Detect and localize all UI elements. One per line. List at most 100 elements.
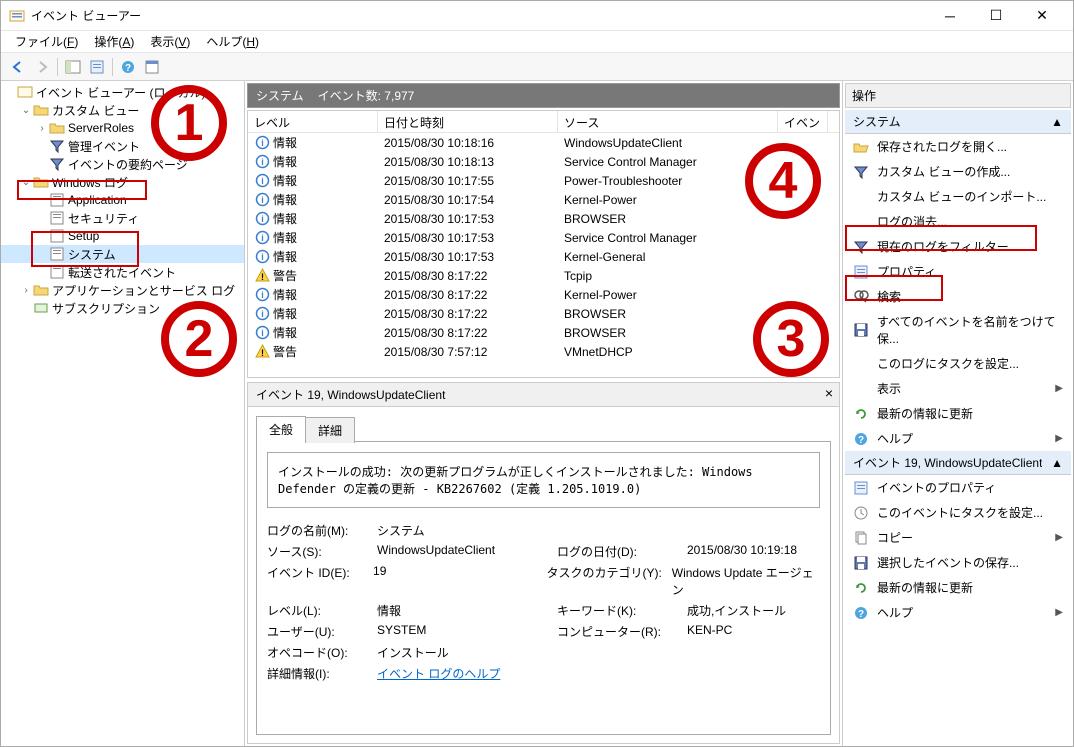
tree-subscription[interactable]: サブスクリプション <box>1 299 244 317</box>
label-moreinfo: 詳細情報(I): <box>267 665 377 682</box>
event-row[interactable]: i情報2015/08/30 10:18:13Service Control Ma… <box>248 152 839 171</box>
event-row[interactable]: i情報2015/08/30 10:17:53BROWSER <box>248 209 839 228</box>
tree-serverroles[interactable]: › ServerRoles <box>1 119 244 137</box>
grid-body[interactable]: i情報2015/08/30 10:18:16WindowsUpdateClien… <box>248 133 839 377</box>
svg-text:i: i <box>261 214 264 224</box>
close-button[interactable]: ✕ <box>1019 1 1065 31</box>
label-keyword: キーワード(K): <box>557 602 687 619</box>
event-row[interactable]: i情報2015/08/30 10:17:53Service Control Ma… <box>248 228 839 247</box>
tab-general[interactable]: 全般 <box>256 416 306 442</box>
show-tree-button[interactable] <box>62 56 84 78</box>
nav-back-button[interactable] <box>7 56 29 78</box>
action-list-system: 保存されたログを開く...カスタム ビューの作成... カスタム ビューのインポー… <box>845 134 1071 451</box>
col-date[interactable]: 日付と時刻 <box>378 111 558 132</box>
menu-action[interactable]: 操作(A) <box>86 31 142 52</box>
action-item[interactable]: イベントのプロパティ <box>845 475 1071 500</box>
event-row[interactable]: i情報2015/08/30 10:17:53Kernel-General <box>248 247 839 266</box>
tree-label: 管理イベント <box>68 138 140 155</box>
menu-file[interactable]: ファイル(F) <box>7 31 86 52</box>
collapse-icon[interactable]: ▲ <box>1051 456 1063 470</box>
blank-icon <box>853 356 869 372</box>
event-row[interactable]: i情報2015/08/30 10:18:16WindowsUpdateClien… <box>248 133 839 152</box>
tree-adminevents[interactable]: 管理イベント <box>1 137 244 155</box>
help-button[interactable]: ? <box>117 56 139 78</box>
folder-icon <box>33 174 49 190</box>
svg-text:?: ? <box>858 609 864 620</box>
action-section-system: システム ▲ <box>845 110 1071 134</box>
tree-summarypage[interactable]: イベントの要約ページ <box>1 155 244 173</box>
tree-appservice[interactable]: › アプリケーションとサービス ログ <box>1 281 244 299</box>
action-item[interactable]: このイベントにタスクを設定... <box>845 500 1071 525</box>
action-item[interactable]: 現在のログをフィルター... <box>845 234 1071 259</box>
center-pane: システム イベント数: 7,977 レベル 日付と時刻 ソース イベン i情報2… <box>245 81 843 746</box>
event-source: Power-Troubleshooter <box>558 174 778 188</box>
detail-close-button[interactable]: × <box>825 385 833 401</box>
action-item[interactable]: ?ヘルプ▶ <box>845 426 1071 451</box>
expand-icon[interactable]: › <box>19 285 33 296</box>
tree-windowslog[interactable]: ⌄ Windows ログ <box>1 173 244 191</box>
expand-icon[interactable]: ⌄ <box>19 177 33 188</box>
action-label: ヘルプ <box>877 430 1047 447</box>
event-row[interactable]: i情報2015/08/30 8:17:22BROWSER <box>248 323 839 342</box>
action-item[interactable]: カスタム ビューのインポート... <box>845 184 1071 209</box>
action-item[interactable]: 表示▶ <box>845 376 1071 401</box>
minimize-button[interactable]: ─ <box>927 1 973 31</box>
action-item[interactable]: ログの消去... <box>845 209 1071 234</box>
menu-view[interactable]: 表示(V) <box>142 31 198 52</box>
expand-icon[interactable]: ⌄ <box>19 105 33 116</box>
action-item[interactable]: このログにタスクを設定... <box>845 351 1071 376</box>
tree-root[interactable]: イベント ビューアー (ローカル) <box>1 83 244 101</box>
info-icon: i <box>254 287 270 303</box>
event-date: 2015/08/30 8:17:22 <box>378 269 558 283</box>
menu-help[interactable]: ヘルプ(H) <box>198 31 267 52</box>
detail-tabs: 全般 詳細 <box>256 415 831 441</box>
properties-button[interactable] <box>86 56 108 78</box>
event-row[interactable]: !警告2015/08/30 8:17:22Tcpip <box>248 266 839 285</box>
event-source: WindowsUpdateClient <box>558 136 778 150</box>
tree-security[interactable]: セキュリティ <box>1 209 244 227</box>
nav-forward-button[interactable] <box>31 56 53 78</box>
action-item[interactable]: 最新の情報に更新 <box>845 401 1071 426</box>
action-item[interactable]: 保存されたログを開く... <box>845 134 1071 159</box>
link-eventloghelp[interactable]: イベント ログのヘルプ <box>377 667 500 681</box>
event-row[interactable]: !警告2015/08/30 7:57:12VMnetDHCP <box>248 342 839 361</box>
action-section-event: イベント 19, WindowsUpdateClient ▲ <box>845 451 1071 475</box>
tree-setup[interactable]: Setup <box>1 227 244 245</box>
tree-customview[interactable]: ⌄ カスタム ビュー <box>1 101 244 119</box>
event-level: 情報 <box>273 305 297 322</box>
action-label: カスタム ビューのインポート... <box>877 188 1063 205</box>
tree-application[interactable]: Application <box>1 191 244 209</box>
event-row[interactable]: i情報2015/08/30 8:17:22BROWSER <box>248 304 839 323</box>
svg-text:i: i <box>261 233 264 243</box>
event-row[interactable]: i情報2015/08/30 10:17:54Kernel-Power <box>248 190 839 209</box>
tree-label: イベントの要約ページ <box>68 156 188 173</box>
col-level[interactable]: レベル <box>248 111 378 132</box>
toolbar-extra-button[interactable] <box>141 56 163 78</box>
collapse-icon[interactable]: ▲ <box>1051 115 1063 129</box>
action-item[interactable]: カスタム ビューの作成... <box>845 159 1071 184</box>
maximize-button[interactable]: ☐ <box>973 1 1019 31</box>
filter-icon <box>49 156 65 172</box>
center-title: システム <box>256 87 304 104</box>
col-source[interactable]: ソース <box>558 111 778 132</box>
menubar: ファイル(F) 操作(A) 表示(V) ヘルプ(H) <box>1 31 1073 53</box>
col-event[interactable]: イベン <box>778 111 828 132</box>
action-item[interactable]: コピー▶ <box>845 525 1071 550</box>
action-item[interactable]: すべてのイベントを名前をつけて保... <box>845 309 1071 351</box>
expand-icon[interactable]: › <box>35 123 49 134</box>
action-item[interactable]: ?ヘルプ▶ <box>845 600 1071 625</box>
label-logdate: ログの日付(D): <box>557 543 687 560</box>
action-item[interactable]: 最新の情報に更新 <box>845 575 1071 600</box>
tree-system[interactable]: システム <box>1 245 244 263</box>
action-item[interactable]: プロパティ <box>845 259 1071 284</box>
tree-forwarded[interactable]: 転送されたイベント <box>1 263 244 281</box>
event-row[interactable]: i情報2015/08/30 8:17:22Kernel-Power <box>248 285 839 304</box>
tree-label: セキュリティ <box>68 210 139 227</box>
tab-detail[interactable]: 詳細 <box>305 417 355 443</box>
label-source: ソース(S): <box>267 543 377 560</box>
event-date: 2015/08/30 7:57:12 <box>378 345 558 359</box>
center-header: システム イベント数: 7,977 <box>247 83 840 108</box>
action-item[interactable]: 検索... <box>845 284 1071 309</box>
event-row[interactable]: i情報2015/08/30 10:17:55Power-Troubleshoot… <box>248 171 839 190</box>
action-item[interactable]: 選択したイベントの保存... <box>845 550 1071 575</box>
